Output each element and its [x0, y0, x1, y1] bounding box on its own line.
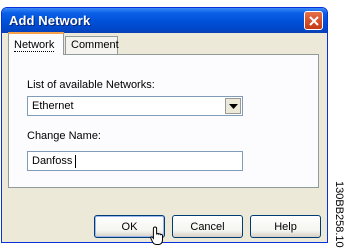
dropdown-button[interactable]	[225, 98, 241, 114]
figure-id: 130BB258.10	[333, 181, 344, 248]
tab-network[interactable]: Network	[8, 32, 64, 55]
change-name-value: Danfoss	[32, 155, 73, 167]
help-button[interactable]: Help	[250, 215, 321, 238]
close-icon	[309, 16, 319, 26]
change-name-input[interactable]: Danfoss	[27, 151, 243, 171]
tab-comment-label: Comment	[71, 39, 119, 51]
cancel-button[interactable]: Cancel	[172, 215, 243, 238]
tab-comment[interactable]: Comment	[65, 36, 119, 55]
close-button[interactable]	[304, 11, 323, 30]
text-caret	[75, 155, 76, 168]
network-select-value: Ethernet	[32, 100, 74, 112]
network-list-label: List of available Networks:	[27, 79, 155, 91]
tab-network-label: Network	[14, 39, 55, 52]
chevron-down-icon	[229, 104, 238, 109]
network-select[interactable]: Ethernet	[27, 96, 243, 116]
mouse-cursor-icon	[150, 226, 163, 245]
figure-id-text: 130BB258.10	[333, 181, 344, 248]
change-name-label: Change Name:	[27, 130, 101, 142]
title-bar[interactable]: Add Network	[2, 8, 327, 33]
dialog-title: Add Network	[9, 13, 91, 28]
